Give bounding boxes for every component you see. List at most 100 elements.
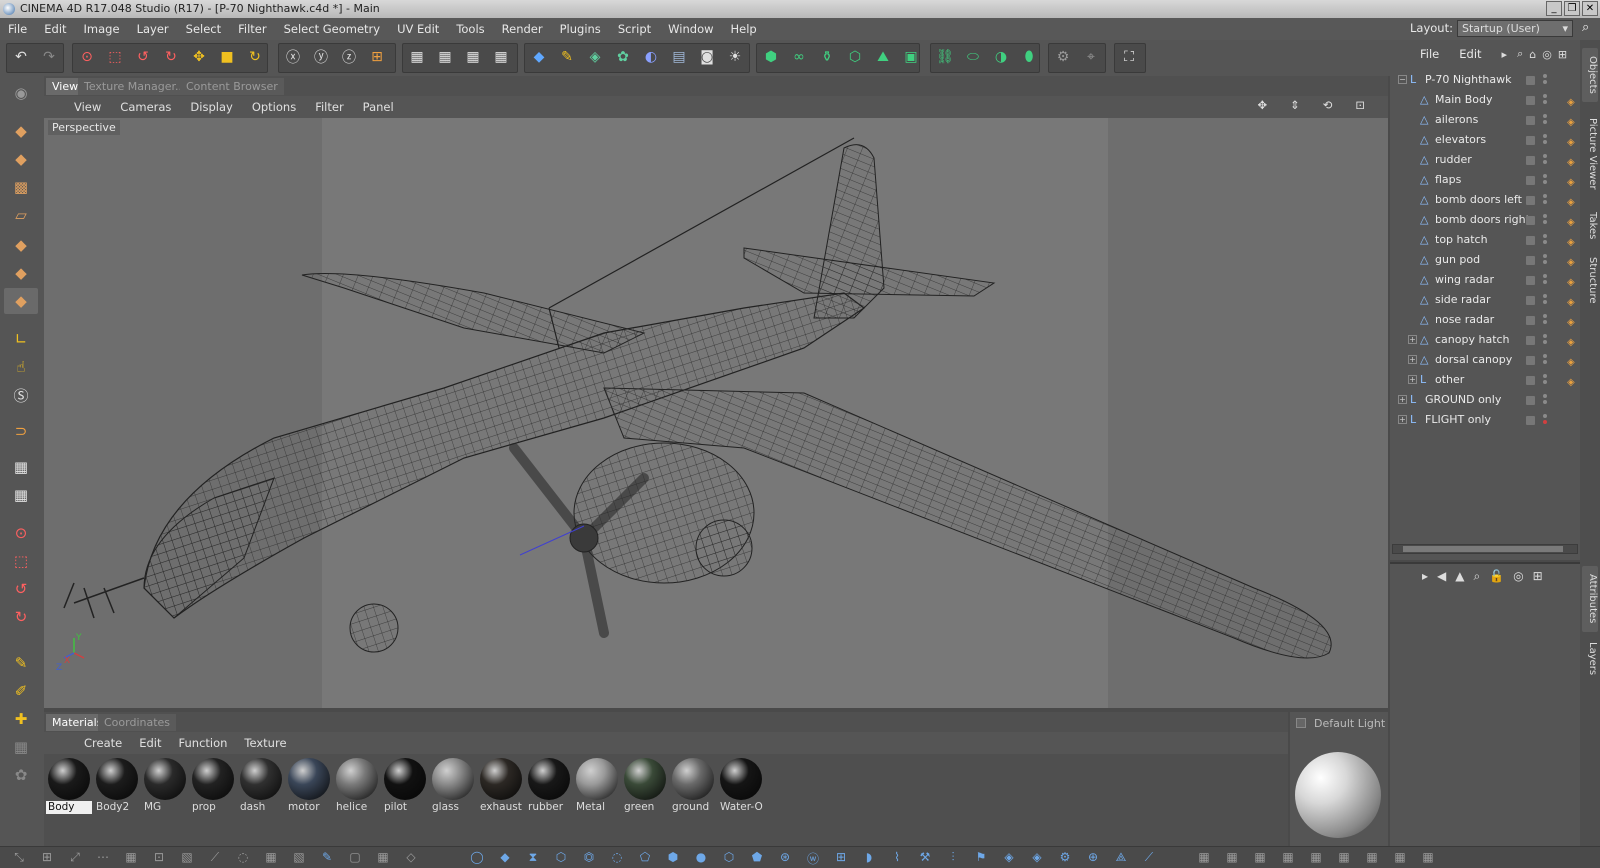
material-tag-icon[interactable]: ◈ — [1567, 353, 1577, 368]
map-icon[interactable]: ▣ — [898, 44, 924, 70]
object-list-scrollbar[interactable] — [1392, 544, 1578, 554]
layout-shortcut-icon[interactable]: ▦ — [1391, 850, 1409, 866]
settings-gear-icon[interactable]: ⚙ — [1050, 44, 1076, 70]
object-row[interactable]: + Lother ◈ — [1390, 370, 1580, 390]
material-swatch[interactable]: Water-O — [718, 756, 764, 814]
object-row[interactable]: △ wing radar ◈ — [1390, 270, 1580, 290]
layer-color-swatch[interactable] — [1526, 336, 1535, 345]
make-editable-icon[interactable]: ◉ — [4, 80, 38, 106]
close-button[interactable]: ✕ — [1582, 1, 1598, 16]
dolly-icon[interactable]: ⇕ — [1290, 98, 1300, 112]
material-preview-ball[interactable] — [576, 758, 618, 800]
visibility-dots[interactable] — [1543, 214, 1547, 226]
material-preview-ball[interactable] — [720, 758, 762, 800]
object-name[interactable]: FLIGHT only — [1425, 410, 1491, 430]
command-shortcut-icon[interactable]: ◌ — [234, 850, 252, 866]
tab-objects[interactable]: Objects — [1582, 48, 1598, 102]
object-name[interactable]: ailerons — [1435, 110, 1478, 130]
viewport-menu-cameras[interactable]: Cameras — [120, 100, 171, 114]
primitive-shortcut-icon[interactable]: ⊛ — [776, 850, 794, 866]
maximize-button[interactable]: ❐ — [1564, 1, 1580, 16]
primitive-shortcut-icon[interactable]: ◈ — [1000, 850, 1018, 866]
object-name[interactable]: side radar — [1435, 290, 1491, 310]
command-shortcut-icon[interactable]: ▧ — [290, 850, 308, 866]
layer-color-swatch[interactable] — [1526, 116, 1535, 125]
visibility-dots[interactable] — [1543, 294, 1547, 306]
material-swatch[interactable]: Body — [46, 756, 92, 814]
menu-filter[interactable]: Filter — [238, 22, 266, 36]
object-row[interactable]: △ side radar ◈ — [1390, 290, 1580, 310]
solo-icon[interactable]: Ⓢ — [4, 382, 38, 408]
rotate-icon[interactable]: ↻ — [242, 44, 268, 70]
primitive-shortcut-icon[interactable]: ⊕ — [1084, 850, 1102, 866]
snap-icon[interactable]: ⌖ — [1078, 44, 1104, 70]
material-swatch[interactable]: helice — [334, 756, 380, 814]
primitive-shortcut-icon[interactable]: ⚙ — [1056, 850, 1074, 866]
material-swatch[interactable]: MG — [142, 756, 188, 814]
render-picture-viewer-icon[interactable]: ▦ — [432, 44, 458, 70]
menu-image[interactable]: Image — [84, 22, 120, 36]
viewport-menu-options[interactable]: Options — [252, 100, 296, 114]
primitive-shortcut-icon[interactable]: ⧗ — [524, 850, 542, 866]
material-tag-icon[interactable]: ◈ — [1567, 173, 1577, 188]
material-tag-icon[interactable]: ◈ — [1567, 193, 1577, 208]
material-name[interactable]: Body2 — [94, 801, 140, 814]
object-name[interactable]: GROUND only — [1425, 390, 1501, 410]
tab-layers[interactable]: Layers — [1582, 636, 1598, 682]
material-preview-ball[interactable] — [528, 758, 570, 800]
expand-icon[interactable]: + — [1408, 335, 1417, 344]
y-axis-lock-icon[interactable]: ⓨ — [308, 44, 334, 70]
scrollbar-thumb[interactable] — [1403, 546, 1563, 552]
lock-workplane-icon[interactable]: ▦ — [4, 454, 38, 480]
material-preview-ball[interactable] — [336, 758, 378, 800]
menu-edit[interactable]: Edit — [44, 22, 66, 36]
command-shortcut-icon[interactable]: ⤢ — [66, 850, 84, 866]
object-row[interactable]: + L FLIGHT only — [1390, 410, 1580, 430]
search-icon[interactable]: ⌕ — [1517, 47, 1523, 61]
object-row[interactable]: − L P-70 Nighthawk — [1390, 70, 1580, 90]
link-icon[interactable]: ⛓ — [932, 44, 958, 70]
layer-color-swatch[interactable] — [1526, 256, 1535, 265]
layout-shortcut-icon[interactable]: ▦ — [1195, 850, 1213, 866]
primitive-shortcut-icon[interactable]: ⊞ — [832, 850, 850, 866]
menu-layer[interactable]: Layer — [137, 22, 169, 36]
perspective-viewport[interactable]: Perspective Y X Z — [44, 118, 1388, 708]
points-mode-icon[interactable]: ◆ — [4, 232, 38, 258]
primitive-shortcut-icon[interactable]: ⬢ — [664, 850, 682, 866]
cloner-icon[interactable]: ✿ — [610, 44, 636, 70]
half-sphere-icon[interactable]: ◑ — [988, 44, 1014, 70]
primitive-shortcut-icon[interactable]: ⟁ — [1112, 850, 1130, 866]
visibility-dots[interactable] — [1543, 254, 1547, 266]
object-name[interactable]: nose radar — [1435, 310, 1494, 330]
object-row[interactable]: △ flaps ◈ — [1390, 170, 1580, 190]
visibility-dots[interactable] — [1543, 334, 1547, 346]
material-preview-ball[interactable] — [672, 758, 714, 800]
primitive-shortcut-icon[interactable]: ◯ — [468, 850, 486, 866]
layer-color-swatch[interactable] — [1526, 396, 1535, 405]
material-name[interactable]: ground — [670, 801, 716, 814]
coordinate-system-icon[interactable]: ⊞ — [364, 44, 390, 70]
visibility-dots[interactable] — [1543, 194, 1547, 206]
bottle-icon[interactable]: ⚱ — [814, 44, 840, 70]
tab-picture-viewer[interactable]: Picture Viewer — [1582, 106, 1598, 202]
material-name[interactable]: exhaust — [478, 801, 524, 814]
pan-icon[interactable]: ✥ — [1257, 98, 1267, 112]
expand-icon[interactable]: + — [1408, 375, 1417, 384]
material-tag-icon[interactable]: ◈ — [1567, 253, 1577, 268]
rectangle-selection-icon[interactable]: ⬚ — [102, 44, 128, 70]
material-name[interactable]: Metal — [574, 801, 620, 814]
visibility-dots[interactable] — [1543, 234, 1547, 246]
object-row[interactable]: △ elevators ◈ — [1390, 130, 1580, 150]
default-light-checkbox[interactable] — [1296, 718, 1306, 728]
box-deform-icon[interactable]: ⬡ — [842, 44, 868, 70]
tweak-icon[interactable]: ☝ — [4, 354, 38, 380]
layer-color-swatch[interactable] — [1526, 376, 1535, 385]
material-name[interactable]: dash — [238, 801, 284, 814]
subdivision-icon[interactable]: ◈ — [582, 44, 608, 70]
primitive-shortcut-icon[interactable]: ⚒ — [916, 850, 934, 866]
home-icon[interactable]: ⌂ — [1529, 48, 1536, 61]
material-preview-ball[interactable] — [96, 758, 138, 800]
layer-color-swatch[interactable] — [1526, 316, 1535, 325]
layout-shortcut-icon[interactable]: ▦ — [1335, 850, 1353, 866]
axis-mode-icon[interactable]: ▱ — [4, 202, 38, 228]
